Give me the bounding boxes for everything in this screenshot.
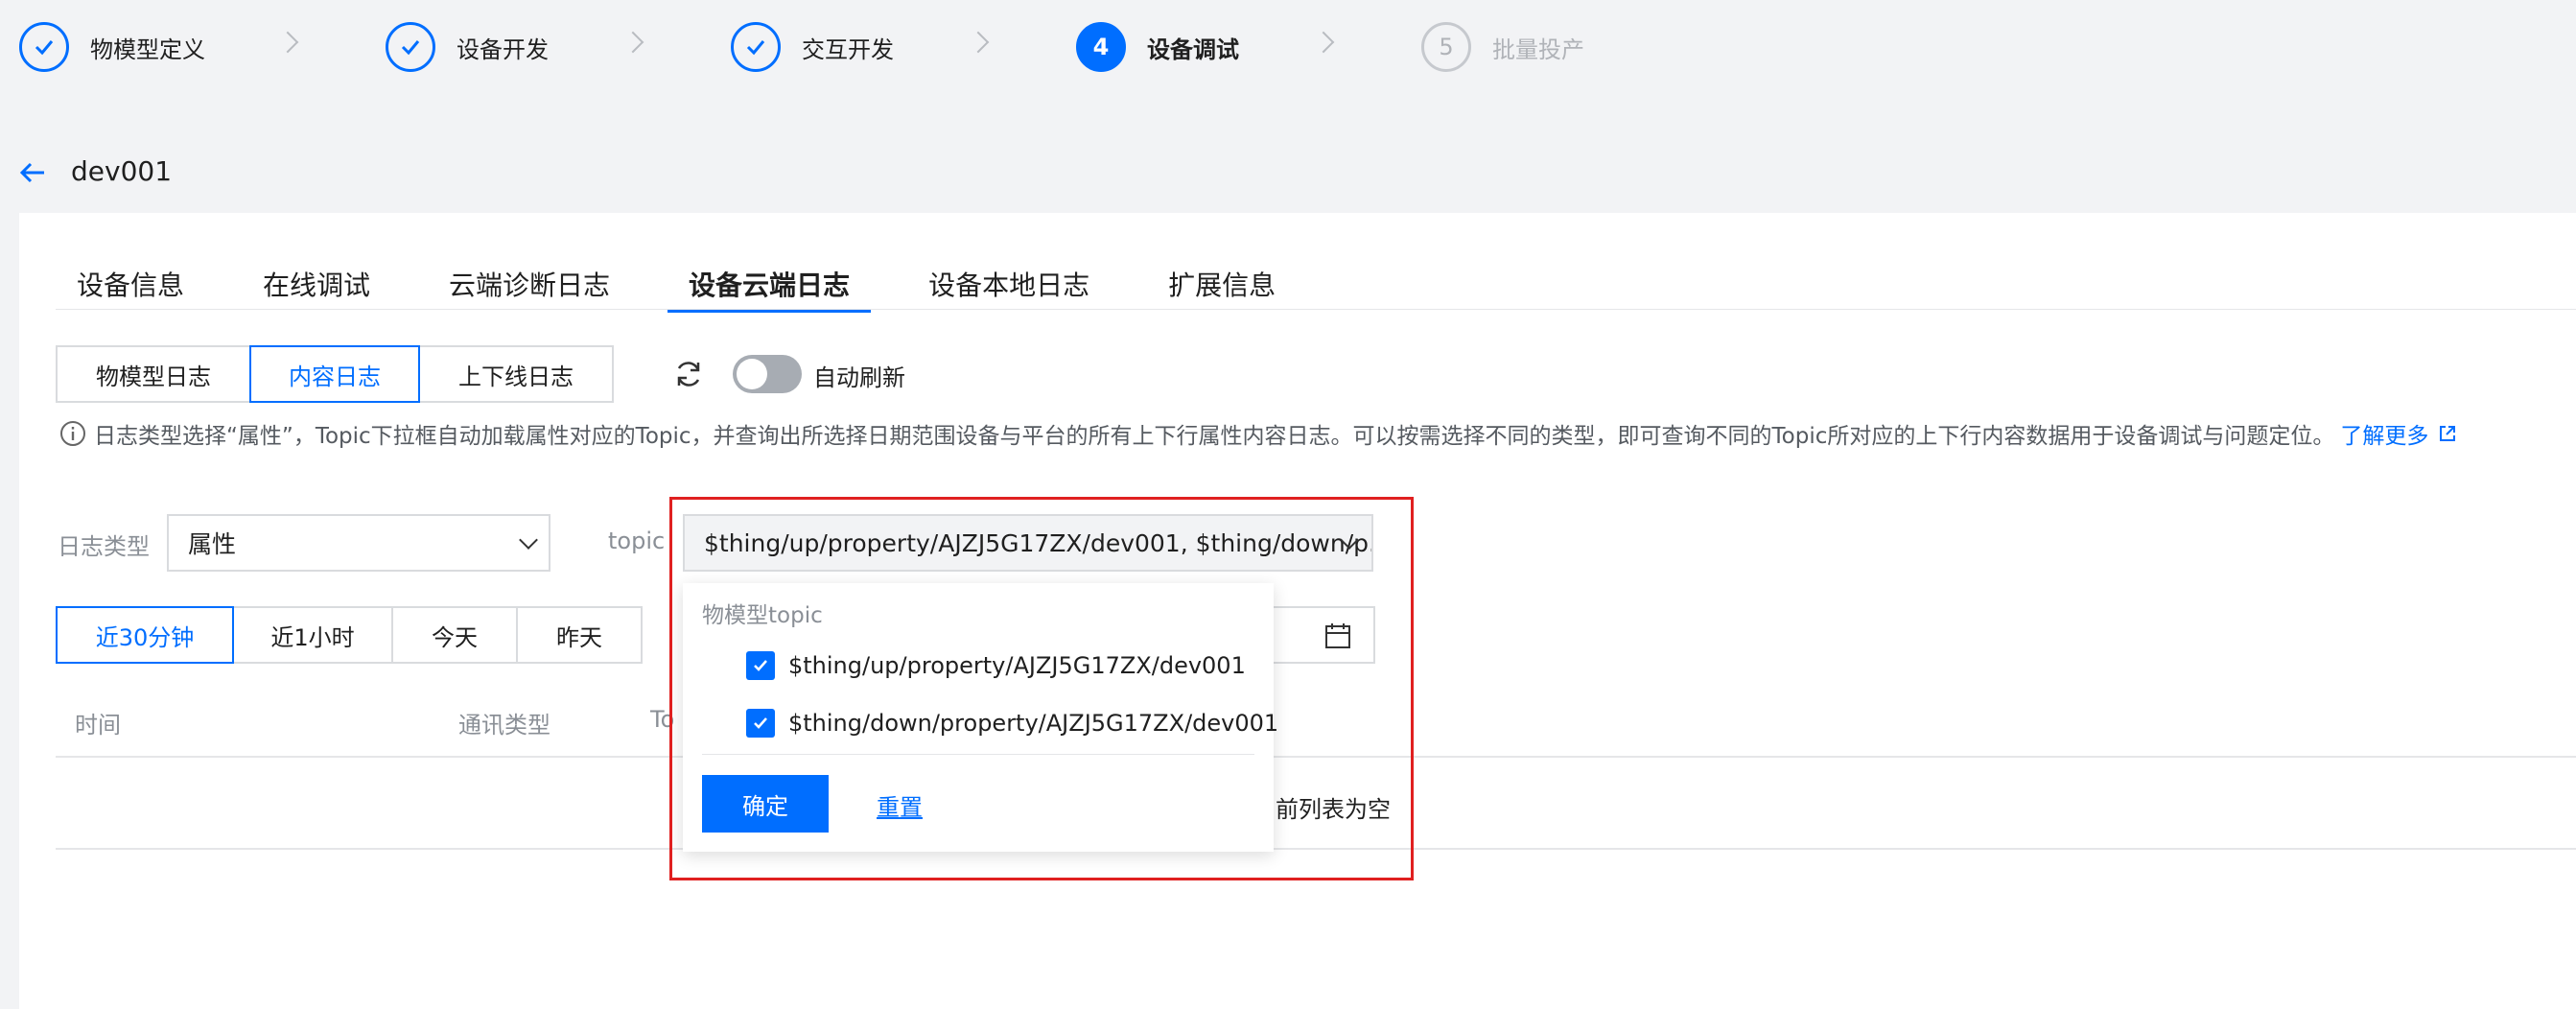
chevron-down-icon — [519, 530, 538, 550]
step-label: 批量投产 — [1492, 35, 1584, 63]
step-3: 交互开发 — [731, 19, 894, 75]
step-label: 设备开发 — [457, 35, 549, 63]
back-arrow-icon[interactable] — [17, 157, 48, 188]
step-label: 物模型定义 — [90, 35, 205, 63]
step-number: 5 — [1421, 22, 1471, 72]
log-type-segmented: 物模型日志 内容日志 上下线日志 — [56, 345, 614, 403]
log-type-content-button[interactable]: 内容日志 — [249, 345, 420, 403]
tab-bar: 设备信息 在线调试 云端诊断日志 设备云端日志 设备本地日志 扩展信息 — [56, 257, 1333, 313]
range-30min-button[interactable]: 近30分钟 — [56, 606, 234, 664]
column-header-time: 时间 — [75, 712, 121, 739]
external-link-icon[interactable] — [2438, 424, 2457, 443]
range-1hour-button[interactable]: 近1小时 — [232, 606, 393, 664]
tab-device-local-log[interactable]: 设备本地日志 — [907, 257, 1111, 311]
range-yesterday-button[interactable]: 昨天 — [516, 606, 643, 664]
chevron-right-icon — [276, 31, 299, 54]
range-today-button[interactable]: 今天 — [391, 606, 518, 664]
tabs-divider — [56, 309, 2576, 310]
log-type-online-button[interactable]: 上下线日志 — [418, 345, 614, 403]
topic-field-label: topic — [608, 528, 666, 554]
step-number: 4 — [1076, 22, 1126, 72]
stepper: 物模型定义 设备开发 交互开发 4 设备调试 5 批量投产 — [0, 0, 2576, 96]
step-5: 5 批量投产 — [1421, 19, 1584, 75]
tab-cloud-diagnostic-log[interactable]: 云端诊断日志 — [428, 257, 631, 311]
log-type-field-label: 日志类型 — [58, 533, 150, 560]
log-type-model-button[interactable]: 物模型日志 — [56, 345, 251, 403]
highlight-box — [669, 497, 1414, 880]
step-label: 交互开发 — [802, 35, 894, 63]
chevron-right-icon — [1312, 31, 1335, 54]
column-header-comm-type: 通讯类型 — [458, 712, 550, 739]
log-type-select[interactable]: 属性 — [167, 514, 550, 572]
step-1: 物模型定义 — [19, 19, 205, 75]
tab-device-info[interactable]: 设备信息 — [56, 257, 205, 311]
tab-device-cloud-log[interactable]: 设备云端日志 — [667, 257, 872, 313]
check-icon — [731, 22, 781, 72]
chevron-right-icon — [967, 31, 990, 54]
tab-extension-info[interactable]: 扩展信息 — [1147, 257, 1297, 311]
step-label: 设备调试 — [1147, 35, 1239, 63]
step-4: 4 设备调试 — [1076, 19, 1239, 75]
info-text: 日志类型选择“属性”，Topic下拉框自动加载属性对应的Topic，并查询出所选… — [94, 424, 2335, 449]
check-icon — [386, 22, 435, 72]
learn-more-link[interactable]: 了解更多 — [2340, 417, 2428, 450]
tab-online-debug[interactable]: 在线调试 — [242, 257, 391, 311]
refresh-icon[interactable] — [671, 357, 706, 391]
info-icon — [60, 421, 85, 446]
log-type-value: 属性 — [188, 530, 237, 558]
auto-refresh-label: 自动刷新 — [813, 364, 905, 391]
info-line: 日志类型选择“属性”，Topic下拉框自动加载属性对应的Topic，并查询出所选… — [59, 416, 2457, 451]
device-title: dev001 — [71, 155, 173, 187]
chevron-right-icon — [621, 31, 644, 54]
toggle-knob — [737, 359, 767, 389]
check-icon — [19, 22, 69, 72]
step-2: 设备开发 — [386, 19, 549, 75]
auto-refresh-toggle[interactable] — [733, 355, 802, 393]
time-range-group: 近30分钟 近1小时 今天 昨天 — [56, 606, 643, 664]
